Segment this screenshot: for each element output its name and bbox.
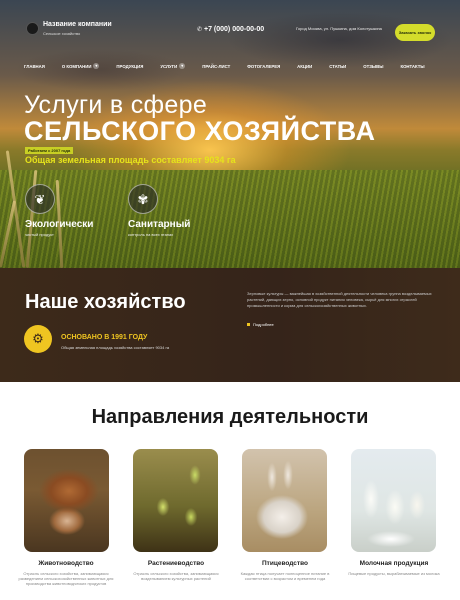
more-link-label: Подробнее [253,322,274,327]
chevron-down-icon: ▾ [93,63,100,69]
card-image-livestock[interactable] [24,449,109,552]
nav-item-label: Статьи [329,63,347,69]
card-title[interactable]: Птицеводство [235,560,335,567]
nav-item-services[interactable]: Услуги ▾ [160,60,186,72]
nav-item-about[interactable]: О компании ▾ [62,60,100,72]
phone-icon: ✆ [197,27,203,33]
nav-item-prices[interactable]: Прайс-лист [202,60,230,72]
about-title: Наше хозяйство [25,291,186,313]
founded-title: ОСНОВАНО В 1991 ГОДУ [61,334,148,341]
about-section: Наше хозяйство ⚙ ОСНОВАНО В 1991 ГОДУ Об… [0,268,460,382]
hero-area-text: Общая земельная площадь составляет 9034 … [25,155,236,165]
nav-item-label: Главная [24,63,45,69]
feature-subtitle: чистый продукт [25,232,54,237]
brand-subtitle: Сельское хозяйство [43,31,81,36]
chevron-down-icon: ▾ [179,63,186,69]
logo-icon[interactable] [26,22,39,35]
wheat-icon: ❦ [25,184,55,214]
feature-subtitle: контроль на всех этапах [128,232,174,237]
more-link[interactable]: Подробнее [247,322,274,327]
nav-item-contacts[interactable]: Контакты [400,60,424,72]
callback-button[interactable]: Заказать звонок [395,24,435,41]
card-description: Отрасль сельского хозяйства, занимающаяс… [18,571,114,586]
nav-item-reviews[interactable]: Отзывы [363,60,383,72]
tractor-icon: ⚙ [24,325,52,353]
card-title[interactable]: Растениеводство [126,560,226,567]
phone-number[interactable]: +7 (000) 000-00-00 [204,26,264,33]
grain-icon: ✾ [128,184,158,214]
nav-item-gallery[interactable]: Фотогалерея [247,60,280,72]
since-badge: Работаем с 2007 года [25,147,74,154]
nav-item-label: Продукция [116,63,144,69]
card-image-dairy[interactable] [351,449,436,552]
nav-item-products[interactable]: Продукция [116,60,143,72]
nav-item-label: Услуги [160,63,178,69]
nav-item-home[interactable]: Главная [24,60,45,72]
nav-item-label: Отзывы [363,63,384,69]
brand-name[interactable]: Название компании [43,21,112,28]
nav-item-label: О компании [61,63,92,69]
card-description: Отрасль сельского хозяйства, занимающаяс… [133,571,219,581]
hero-section: Название компании Сельское хозяйство ✆ +… [0,0,460,268]
founded-subtitle: Общая земельная площадь хозяйства состав… [61,345,170,350]
feature-title: Экологически [25,219,94,230]
nav-item-label: Прайс-лист [202,63,231,69]
nav-item-label: Контакты [400,63,425,69]
card-description: Каждая птица получает полноценное питани… [240,571,330,581]
header-bar: Название компании Сельское хозяйство ✆ +… [0,18,460,48]
nav-item-promos[interactable]: Акции [297,60,312,72]
main-nav: Главная О компании ▾ Продукция Услуги ▾ Пр… [24,60,444,72]
card-description: Пищевые продукты, вырабатываемые из моло… [348,571,440,576]
nav-item-articles[interactable]: Статьи [329,60,346,72]
hero-title-line2: СЕЛЬСКОГО ХОЗЯЙСТВА [24,116,376,146]
address-text: Город Москва, ул. Пушкина, дом Колотушки… [296,26,382,31]
nav-item-label: Фотогалерея [247,63,281,69]
nav-item-label: Акции [297,63,313,69]
about-text: Зерновые культуры — важнейшая в хозяйств… [247,291,432,308]
feature-title: Санитарный [128,219,191,230]
card-image-poultry[interactable] [242,449,327,552]
card-title[interactable]: Животноводство [16,560,116,567]
card-title[interactable]: Молочная продукция [344,560,444,567]
directions-title: Направления деятельности [91,406,369,428]
card-image-crops[interactable] [133,449,218,552]
